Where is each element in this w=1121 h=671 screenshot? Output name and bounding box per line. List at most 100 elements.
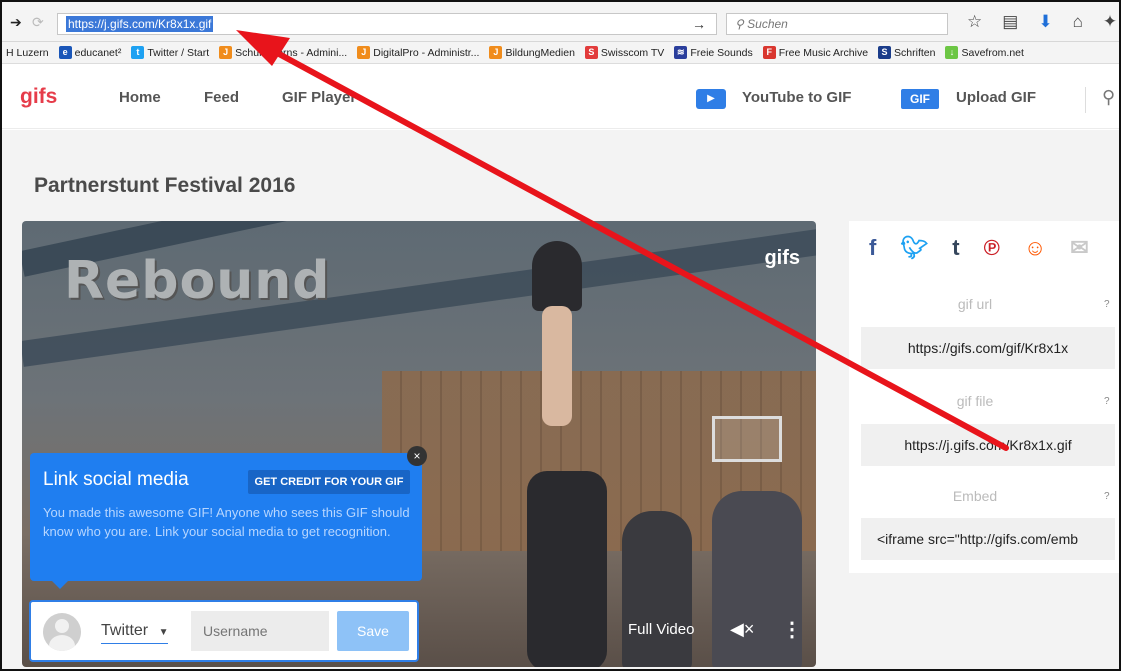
flyer-legs: [542, 306, 572, 426]
embed-help-icon[interactable]: ?: [1104, 491, 1110, 502]
bookmark-item[interactable]: ↓ Savefrom.net: [945, 46, 1024, 59]
bookmark-item[interactable]: F Free Music Archive: [762, 46, 868, 59]
spotter-figure: [622, 511, 692, 667]
bookmark-item[interactable]: H Luzern: [6, 47, 49, 59]
site-header: gifs Home Feed GIF Player ▶ YouTube to G…: [2, 65, 1119, 129]
bookmark-label: Swisscom TV: [600, 46, 665, 59]
bookmarks-bar: H Luzern e educanet² t Twitter / Start J Schul…: [2, 42, 1119, 64]
flyer-figure: [532, 241, 582, 311]
twitter-icon[interactable]: 🐦︎: [900, 235, 928, 261]
embed-label: Embed: [952, 488, 998, 504]
bookmark-label: DigitalPro - Administr...: [373, 46, 480, 59]
bookmark-favicon-icon: t: [131, 46, 145, 59]
bookmark-item[interactable]: J Schule Kerns - Admini...: [219, 46, 347, 59]
basketball-hoop: [712, 416, 782, 462]
share-panel: f 🐦︎ t ℗ ☺ ✉ gif url ? https://gifs.com/…: [849, 221, 1121, 573]
pinterest-icon[interactable]: ℗: [984, 235, 1000, 261]
bookmark-favicon-icon: S: [878, 46, 892, 59]
header-divider: [1085, 87, 1086, 113]
bookmark-label: Twitter / Start: [147, 46, 210, 59]
bookmark-favicon-icon: J: [489, 46, 503, 59]
tumblr-icon[interactable]: t: [952, 235, 959, 261]
gif-url-help-icon[interactable]: ?: [1104, 299, 1110, 310]
bookmark-item[interactable]: ≋ Freie Sounds: [674, 46, 753, 59]
popup-title: Link social media: [43, 469, 189, 490]
gif-file-help-icon[interactable]: ?: [1104, 396, 1110, 407]
bookmark-item[interactable]: J BildungMedien: [489, 46, 575, 59]
page-content: Partnerstunt Festival 2016 Rebound gifs …: [2, 130, 1121, 669]
save-button[interactable]: Save: [337, 611, 409, 651]
site-search-icon[interactable]: ⚲: [1102, 87, 1115, 108]
gif-file-field[interactable]: https://j.gifs.com/Kr8x1x.gif: [861, 424, 1115, 466]
pocket-icon[interactable]: ✦: [1103, 12, 1117, 32]
get-credit-button[interactable]: GET CREDIT FOR YOUR GIF: [248, 470, 410, 494]
full-video-button[interactable]: Full Video: [628, 621, 694, 638]
bookmark-favicon-icon: ≋: [674, 46, 688, 59]
bookmark-favicon-icon: e: [58, 46, 72, 59]
platform-select[interactable]: Twitter ▼: [101, 622, 169, 644]
home-icon[interactable]: ⌂: [1073, 12, 1083, 32]
email-icon[interactable]: ✉: [1070, 235, 1088, 261]
bookmark-item[interactable]: S Schriften: [878, 46, 935, 59]
caret-down-icon: ▼: [158, 627, 169, 638]
mute-icon[interactable]: ◀×: [730, 619, 754, 640]
browser-search-input[interactable]: ⚲ Suchen: [726, 13, 948, 35]
page-title: Partnerstunt Festival 2016: [34, 174, 296, 197]
bookmark-favicon-icon: ↓: [945, 46, 959, 59]
reading-list-icon[interactable]: ▤: [1002, 12, 1018, 32]
gif-badge[interactable]: GIF: [901, 89, 939, 109]
nav-gif-player[interactable]: GIF Player: [282, 89, 356, 106]
gif-url-field[interactable]: https://gifs.com/gif/Kr8x1x: [861, 327, 1115, 369]
bookmark-label: Freie Sounds: [690, 46, 753, 59]
bookmark-favicon-icon: F: [762, 46, 776, 59]
bookmark-label: Schriften: [894, 46, 936, 59]
social-link-form: Twitter ▼ Save: [29, 600, 419, 662]
nav-feed[interactable]: Feed: [204, 89, 239, 106]
gif-file-label: gif file: [956, 393, 994, 409]
username-input[interactable]: [191, 611, 329, 651]
reload-icon[interactable]: ⟳: [32, 14, 44, 31]
popup-body: You made this awesome GIF! Anyone who se…: [43, 505, 410, 539]
bookmark-item[interactable]: J DigitalPro - Administr...: [357, 46, 479, 59]
reddit-icon[interactable]: ☺: [1024, 235, 1046, 261]
bookmark-favicon-icon: J: [357, 46, 371, 59]
bookmark-favicon-icon: S: [584, 46, 598, 59]
browser-toolbar: ➔ ⟳ https://j.gifs.com/Kr8x1x.gif → ⚲ Su…: [2, 2, 1119, 42]
forward-icon[interactable]: ➔: [10, 14, 22, 31]
nav-upload-gif[interactable]: Upload GIF: [956, 89, 1036, 106]
nav-youtube-to-gif[interactable]: YouTube to GIF: [742, 89, 851, 106]
link-social-popup: Link social media GET CREDIT FOR YOUR GI…: [30, 453, 422, 589]
bookmark-item[interactable]: e educanet²: [58, 46, 122, 59]
gifs-logo[interactable]: gifs: [20, 85, 57, 109]
nav-home[interactable]: Home: [119, 89, 161, 106]
bookmark-label: educanet²: [74, 46, 122, 59]
more-options-icon[interactable]: ⋮: [782, 617, 802, 642]
facebook-icon[interactable]: f: [869, 235, 876, 261]
download-icon[interactable]: ⬇: [1038, 12, 1052, 32]
gifs-watermark: gifs: [764, 247, 800, 269]
address-bar[interactable]: https://j.gifs.com/Kr8x1x.gif →: [57, 13, 717, 35]
toolbar-icons: ☆ ▤ ⬇ ⌂ ✦: [967, 12, 1117, 32]
bookmark-label: Schule Kerns - Admini...: [235, 46, 348, 59]
search-placeholder: Suchen: [747, 17, 788, 31]
rebound-overlay-text: Rebound: [64, 251, 331, 311]
go-arrow-icon[interactable]: →: [692, 16, 706, 32]
avatar: [43, 613, 81, 651]
share-icons: f 🐦︎ t ℗ ☺ ✉: [869, 235, 1089, 261]
search-icon: ⚲: [735, 17, 744, 31]
bookmark-label: H Luzern: [6, 46, 49, 59]
bookmark-item[interactable]: t Twitter / Start: [131, 46, 209, 59]
url-text[interactable]: https://j.gifs.com/Kr8x1x.gif: [66, 16, 214, 32]
bookmark-label: BildungMedien: [505, 46, 575, 59]
popup-tail: [52, 581, 68, 589]
platform-label: Twitter: [101, 622, 149, 639]
popup-close-button[interactable]: ×: [407, 446, 427, 466]
bookmark-item[interactable]: S Swisscom TV: [584, 46, 665, 59]
base-figure: [527, 471, 607, 667]
bookmark-favicon-icon: J: [219, 46, 233, 59]
star-bookmark-icon[interactable]: ☆: [967, 12, 982, 32]
embed-field[interactable]: <iframe src="http://gifs.com/emb: [861, 518, 1115, 560]
bookmark-label: Savefrom.net: [961, 46, 1024, 59]
gif-url-label: gif url: [957, 296, 993, 312]
youtube-play-icon[interactable]: ▶: [696, 89, 726, 109]
